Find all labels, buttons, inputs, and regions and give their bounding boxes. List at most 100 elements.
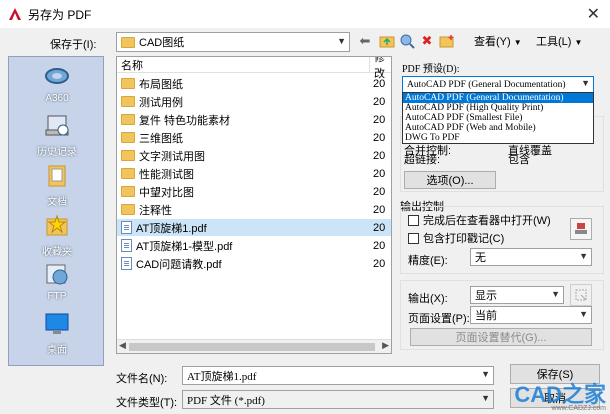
tools-menu-button[interactable]: 工具(L) ▼ [536, 33, 582, 49]
item-name: 文字测试用图 [139, 150, 205, 163]
list-item[interactable]: 三维图纸 20 [117, 129, 391, 146]
place-history-label: 历史记录 [37, 147, 77, 158]
dropdown-option[interactable]: AutoCAD PDF (Web and Mobile) [403, 123, 593, 133]
filename-label: 文件名(N): [116, 373, 168, 385]
item-name: AT顶旋梯1-模型.pdf [136, 240, 233, 253]
item-name: 测试用例 [139, 96, 183, 109]
include-stamp-checkbox[interactable]: 包含打印戳记(C) [408, 230, 504, 246]
output-combo[interactable]: 显示 ▼ [470, 286, 564, 304]
list-item[interactable]: 注释性 20 [117, 201, 391, 218]
list-item[interactable]: 布局图纸 20 [117, 75, 391, 92]
item-date: 20 [373, 203, 386, 216]
page-setup-override-button[interactable]: 页面设置替代(G)... [410, 328, 592, 346]
search-web-icon[interactable] [398, 32, 416, 50]
place-documents[interactable]: 文档 [9, 163, 105, 208]
place-desktop[interactable]: 桌面 [9, 311, 105, 356]
place-desktop-label: 桌面 [47, 345, 67, 356]
checkbox-box [408, 214, 419, 226]
pdf-preset-combo[interactable]: AutoCAD PDF (General Documentation) ▼ [402, 76, 594, 93]
favorites-icon [46, 214, 68, 236]
list-item[interactable]: CAD问题请教.pdf 20 [117, 255, 391, 272]
folder-icon [121, 96, 135, 107]
folder-icon [121, 168, 135, 179]
view-menu-button[interactable]: 查看(Y) ▼ [474, 33, 522, 49]
scroll-left-icon[interactable]: ◀ [119, 340, 126, 351]
item-date: 20 [373, 95, 386, 108]
place-ftp[interactable]: FTP [9, 261, 105, 302]
open-in-viewer-label: 完成后在查看器中打开(W) [423, 215, 551, 227]
place-history[interactable]: 历史记录 [9, 113, 105, 158]
place-favorites-label: 收藏夹 [42, 247, 72, 258]
chevron-down-icon: ▼ [481, 393, 490, 403]
dropdown-option[interactable]: AutoCAD PDF (Smallest File) [403, 113, 593, 123]
item-date: 20 [373, 185, 386, 198]
list-item[interactable]: 中望对比图 20 [117, 183, 391, 200]
list-item[interactable]: 文字测试用图 20 [117, 147, 391, 164]
page-setup-combo[interactable]: 当前 ▼ [470, 306, 592, 324]
close-icon[interactable]: ✕ [587, 4, 600, 24]
up-folder-icon[interactable] [378, 32, 396, 50]
dropdown-option[interactable]: DWG To PDF [403, 133, 593, 143]
stamp-icon [575, 223, 587, 234]
documents-icon [48, 165, 66, 187]
window-title: 另存为 PDF [28, 7, 92, 22]
include-stamp-label: 包含打印戳记(C) [423, 233, 505, 245]
filename-input[interactable]: AT顶旋梯1.pdf ▼ [182, 366, 494, 385]
back-icon[interactable]: ⬅ [356, 32, 374, 50]
list-item[interactable]: AT顶旋梯1.pdf 20 [117, 219, 391, 236]
places-bar: A360 历史记录 文档 收藏夹 FTP 桌面 [8, 56, 104, 366]
delete-icon[interactable]: ✖ [418, 32, 436, 50]
pdf-file-icon [121, 257, 132, 270]
folder-icon [121, 78, 135, 89]
file-list[interactable]: 名称 修改 布局图纸 20 测试用例 20 复件 特色功能素材 20 三维图纸 20 文… [116, 56, 392, 354]
precision-combo[interactable]: 无 ▼ [470, 248, 592, 266]
list-item[interactable]: 测试用例 20 [117, 93, 391, 110]
pdf-preset-dropdown: AutoCAD PDF (General Documentation) Auto… [402, 92, 594, 144]
column-header-date[interactable]: 修改 [369, 57, 391, 80]
item-name: 布局图纸 [139, 78, 183, 91]
stamp-settings-button[interactable] [570, 218, 592, 240]
place-favorites[interactable]: 收藏夹 [9, 213, 105, 258]
filetype-combo[interactable]: PDF 文件 (*.pdf) ▼ [182, 390, 494, 409]
item-name: AT顶旋梯1.pdf [136, 222, 207, 235]
chevron-down-icon: ▼ [574, 38, 583, 47]
list-item[interactable]: 复件 特色功能素材 20 [117, 111, 391, 128]
filetype-label: 文件类型(T): [116, 397, 178, 409]
item-name: 中望对比图 [139, 186, 194, 199]
column-header-name[interactable]: 名称 [117, 57, 369, 73]
view-menu-label: 查看(Y) [474, 36, 511, 48]
desktop-icon [45, 313, 69, 334]
item-date: 20 [373, 131, 386, 144]
item-date: 20 [373, 167, 386, 180]
select-window-button[interactable] [570, 284, 592, 306]
item-date: 20 [373, 149, 386, 162]
list-item[interactable]: AT顶旋梯1-模型.pdf 20 [117, 237, 391, 254]
item-date: 20 [373, 257, 386, 270]
tools-menu-label: 工具(L) [536, 36, 572, 48]
list-item[interactable]: 性能测试图 20 [117, 165, 391, 182]
checkbox-box [408, 232, 419, 244]
horizontal-scrollbar[interactable]: ◀ ▶ [117, 339, 391, 353]
place-a360[interactable]: A360 [9, 63, 105, 104]
chevron-down-icon: ▼ [481, 369, 490, 379]
item-name: 复件 特色功能素材 [139, 114, 231, 127]
precision-label: 精度(E): [408, 255, 448, 267]
item-name: 三维图纸 [139, 132, 183, 145]
options-button[interactable]: 选项(O)... [404, 171, 496, 189]
item-name: 注释性 [139, 204, 172, 217]
autocad-logo-icon [9, 8, 21, 20]
item-name: 性能测试图 [139, 168, 194, 181]
place-a360-label: A360 [45, 93, 69, 104]
scroll-thumb[interactable] [129, 343, 375, 351]
save-in-combo[interactable]: CAD图纸 ▼ [116, 32, 350, 52]
scroll-right-icon[interactable]: ▶ [382, 340, 389, 351]
new-folder-icon[interactable] [438, 32, 456, 50]
watermark-text: CAD之家 [514, 382, 606, 407]
output-label: 输出(X): [408, 293, 448, 305]
open-in-viewer-checkbox[interactable]: 完成后在查看器中打开(W) [408, 212, 551, 228]
dropdown-option[interactable]: AutoCAD PDF (High Quality Print) [403, 103, 593, 113]
precision-value: 无 [475, 252, 486, 264]
chevron-down-icon: ▼ [551, 289, 560, 299]
hyperlink-label: 超链接: [404, 154, 441, 166]
dropdown-option[interactable]: AutoCAD PDF (General Documentation) [403, 93, 593, 103]
